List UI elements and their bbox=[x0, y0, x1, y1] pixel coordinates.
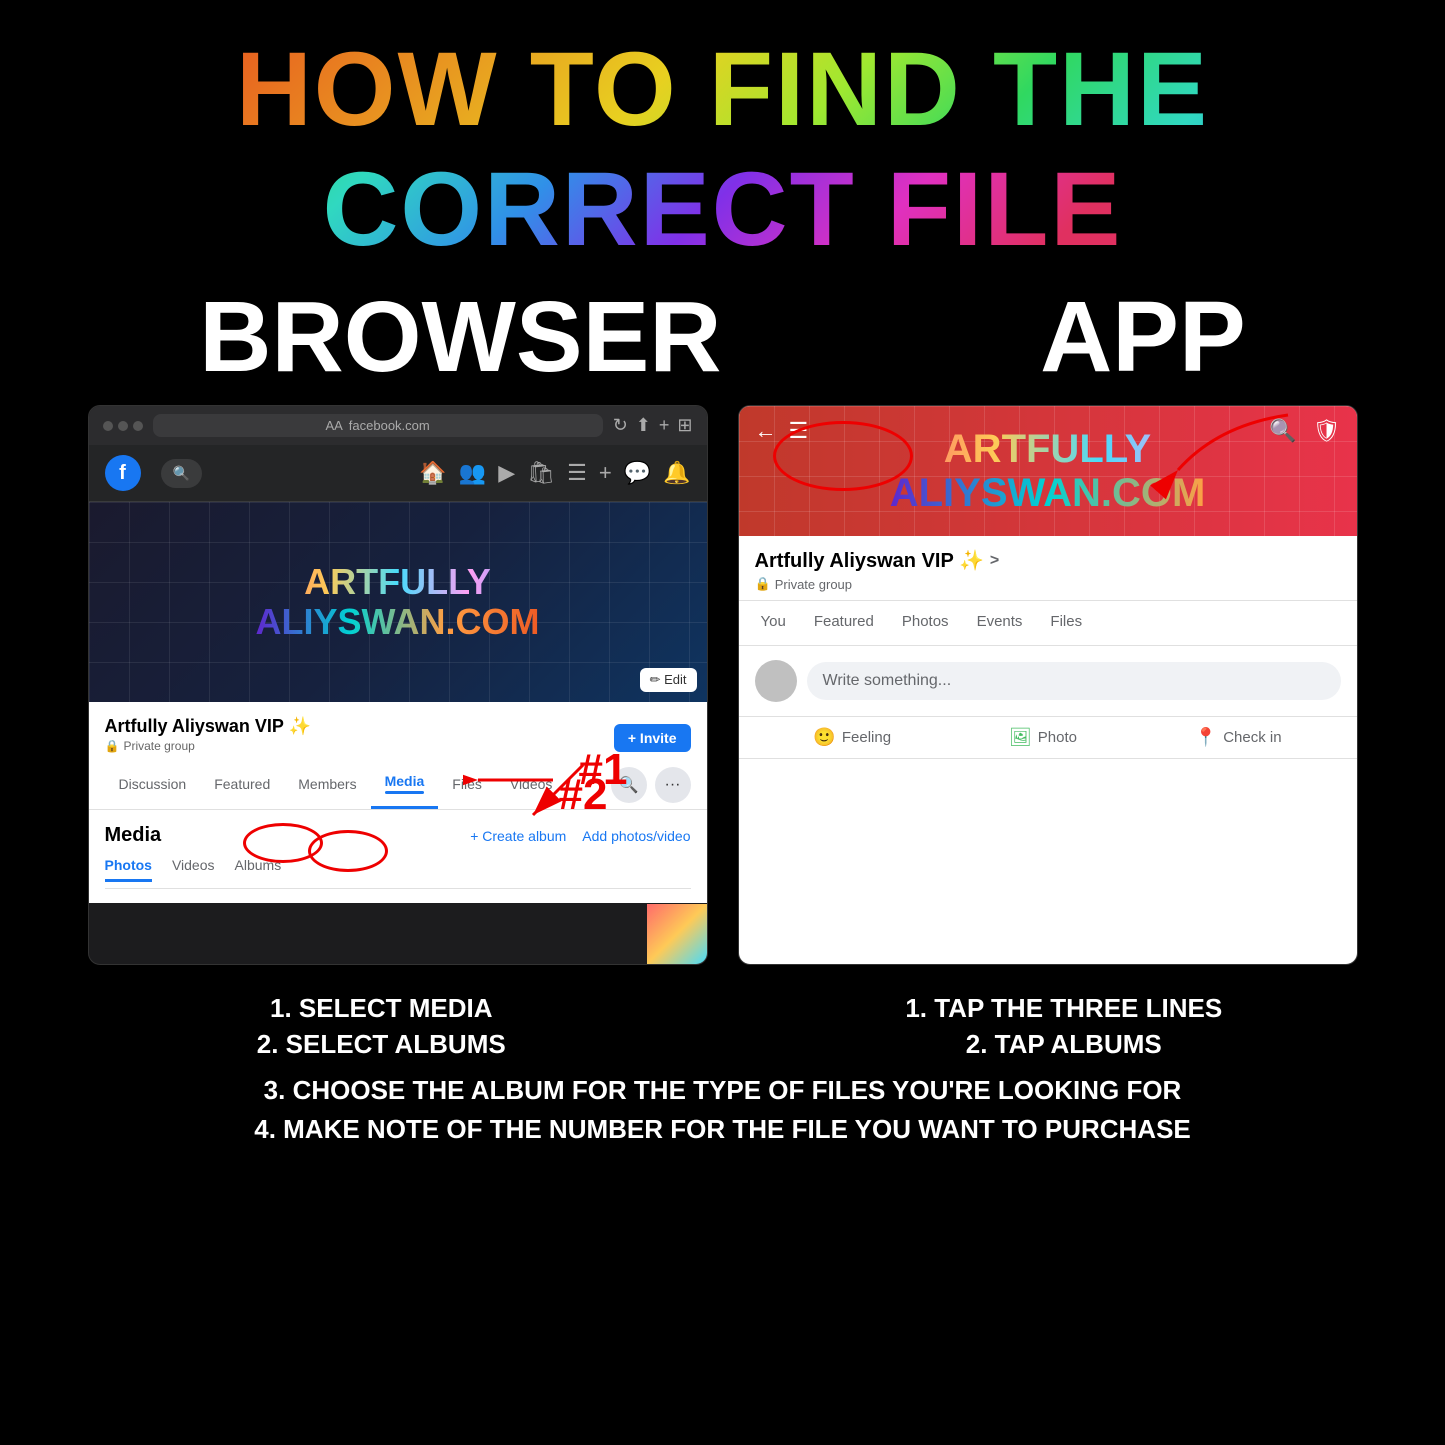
fb-nav: f 🔍 🏠 👥 ▶ 🛍 ☰ + 💬 🔔 bbox=[89, 445, 707, 502]
browser-screenshot-wrap: AA facebook.com ↻ ⬆ + ⊞ f 🔍 🏠 bbox=[88, 405, 708, 965]
browser-dot-2 bbox=[118, 421, 128, 431]
hamburger-circle bbox=[773, 421, 913, 491]
screenshots-row: AA facebook.com ↻ ⬆ + ⊞ f 🔍 🏠 bbox=[40, 405, 1405, 965]
browser-label: BROWSER bbox=[199, 280, 721, 395]
app-action-bar: 🙂 Feeling 🖼 Photo 📍 Check in bbox=[739, 717, 1357, 759]
refresh-icon: ↻ bbox=[613, 415, 628, 436]
browser-dot-1 bbox=[103, 421, 113, 431]
tab-members[interactable]: Members bbox=[284, 764, 370, 807]
arrow-2 bbox=[463, 750, 563, 810]
video-icon: ▶ bbox=[498, 460, 515, 486]
browser-top-bar: AA facebook.com ↻ ⬆ + ⊞ bbox=[89, 406, 707, 445]
app-post-input[interactable]: Write something... bbox=[807, 662, 1341, 700]
bottom-instructions-row: 1. SELECT MEDIA 2. SELECT ALBUMS 1. TAP … bbox=[40, 990, 1405, 1063]
tab-media[interactable]: Media bbox=[371, 761, 439, 809]
app-back-icon[interactable]: ← bbox=[755, 418, 777, 444]
app-tab-events[interactable]: Events bbox=[963, 601, 1037, 645]
app-group-chevron: > bbox=[990, 552, 999, 570]
app-tabs: You Featured Photos Events Files bbox=[739, 601, 1357, 646]
app-shield-icon[interactable]: 🛡 bbox=[1313, 418, 1341, 444]
media-title: Media bbox=[105, 824, 162, 847]
app-instr-2: 2. TAP ALBUMS bbox=[757, 1026, 1371, 1062]
more-tab-btn[interactable]: ··· bbox=[655, 767, 691, 803]
photo-action-icon: 🖼 bbox=[1009, 727, 1032, 748]
checkin-action[interactable]: 📍 Check in bbox=[1195, 727, 1282, 748]
app-arrow bbox=[1118, 405, 1298, 525]
media-section: Media + Create album Add photos/video Ph… bbox=[89, 810, 707, 903]
browser-private-label: 🔒 Private group bbox=[105, 739, 311, 753]
app-tab-you[interactable]: You bbox=[747, 601, 800, 645]
tab-discussion[interactable]: Discussion bbox=[105, 764, 201, 807]
app-screenshot-wrap: ARTFULLY ALIYSWAN.COM ← ☰ 🔍 🛡 bbox=[738, 405, 1358, 965]
menu-icon: ☰ bbox=[567, 460, 587, 486]
bell-icon: 🔔 bbox=[663, 460, 690, 486]
subtab-photos[interactable]: Photos bbox=[105, 857, 152, 882]
full-instructions: 3. CHOOSE THE ALBUM FOR THE TYPE OF FILE… bbox=[40, 1063, 1405, 1149]
store-icon: 🛍 bbox=[527, 460, 555, 486]
app-post-box: Write something... bbox=[739, 646, 1357, 717]
app-instructions: 1. TAP THE THREE LINES 2. TAP ALBUMS bbox=[757, 990, 1371, 1063]
albums-subtab-circle bbox=[243, 823, 323, 863]
app-group-title: Artfully Aliyswan VIP ✨ > bbox=[755, 548, 1341, 573]
fb-cover: ARTFULLY ALIYSWAN.COM ✏ Edit bbox=[89, 502, 707, 702]
aa-label: AA bbox=[325, 418, 342, 433]
app-label: APP bbox=[1040, 280, 1246, 395]
app-private-label: 🔒 Private group bbox=[755, 576, 1341, 592]
browser-icons-right: ↻ ⬆ + ⊞ bbox=[613, 415, 693, 436]
checkin-label: Check in bbox=[1223, 729, 1281, 746]
grid-icon: ⊞ bbox=[677, 415, 692, 436]
fb-search: 🔍 bbox=[161, 459, 202, 488]
cover-brand-text: ARTFULLY ALIYSWAN.COM bbox=[256, 562, 540, 641]
checkin-icon: 📍 bbox=[1195, 727, 1217, 748]
app-lock-icon: 🔒 bbox=[755, 576, 771, 592]
plus-icon: + bbox=[659, 415, 670, 436]
app-group-info: Artfully Aliyswan VIP ✨ > 🔒 Private grou… bbox=[739, 536, 1357, 601]
photo-action[interactable]: 🖼 Photo bbox=[1009, 727, 1077, 748]
home-icon: 🏠 bbox=[419, 460, 446, 486]
main-container: HOW TO FIND THE CORRECT FILE BROWSER APP… bbox=[0, 0, 1445, 1445]
app-tab-photos[interactable]: Photos bbox=[888, 601, 963, 645]
edit-button[interactable]: ✏ Edit bbox=[640, 668, 697, 692]
app-instr-1: 1. TAP THE THREE LINES bbox=[757, 990, 1371, 1026]
app-tab-featured[interactable]: Featured bbox=[800, 601, 888, 645]
browser-instructions: 1. SELECT MEDIA 2. SELECT ALBUMS bbox=[74, 990, 688, 1063]
photo-label: Photo bbox=[1038, 729, 1077, 746]
brand-line1: ARTFULLY bbox=[256, 562, 540, 602]
browser-url-bar: AA facebook.com bbox=[153, 414, 603, 437]
share-icon: ⬆ bbox=[636, 415, 651, 436]
messenger-icon: 💬 bbox=[624, 460, 651, 486]
browser-instr-1: 1. SELECT MEDIA bbox=[74, 990, 688, 1026]
browser-instr-2: 2. SELECT ALBUMS bbox=[74, 1026, 688, 1062]
browser-group-title: Artfully Aliyswan VIP ✨ bbox=[105, 716, 311, 737]
feeling-emoji-icon: 🙂 bbox=[813, 727, 835, 748]
browser-dots bbox=[103, 421, 143, 431]
add-photos-btn[interactable]: Add photos/video bbox=[582, 828, 690, 844]
media-subtabs: Photos Videos Albums bbox=[105, 857, 691, 889]
lock-icon: 🔒 bbox=[105, 739, 120, 753]
shared-instr-3: 3. CHOOSE THE ALBUM FOR THE TYPE OF FILE… bbox=[60, 1071, 1385, 1110]
brand-line2: ALIYSWAN.COM bbox=[256, 602, 540, 642]
main-title: HOW TO FIND THE CORRECT FILE bbox=[236, 31, 1209, 268]
app-tab-files[interactable]: Files bbox=[1036, 601, 1096, 645]
annotation-number-2: #2 bbox=[559, 770, 608, 820]
people-icon: 👥 bbox=[459, 460, 486, 486]
feeling-label: Feeling bbox=[842, 729, 891, 746]
plus-nav-icon: + bbox=[599, 460, 612, 486]
url-text: facebook.com bbox=[349, 418, 430, 433]
thumbnail-image bbox=[647, 904, 707, 964]
feeling-action[interactable]: 🙂 Feeling bbox=[813, 727, 891, 748]
fb-nav-icons: 🏠 👥 ▶ 🛍 ☰ + 💬 🔔 bbox=[419, 460, 690, 486]
browser-dot-3 bbox=[133, 421, 143, 431]
section-labels: BROWSER APP bbox=[40, 280, 1405, 395]
app-user-avatar bbox=[755, 660, 797, 702]
browser-screenshot: AA facebook.com ↻ ⬆ + ⊞ f 🔍 🏠 bbox=[88, 405, 708, 965]
title-row: HOW TO FIND THE CORRECT FILE bbox=[40, 30, 1405, 270]
tab-featured[interactable]: Featured bbox=[200, 764, 284, 807]
media-header: Media + Create album Add photos/video bbox=[105, 824, 691, 847]
fb-logo: f bbox=[105, 455, 141, 491]
subtab-videos[interactable]: Videos bbox=[172, 857, 215, 882]
shared-instr-4: 4. MAKE NOTE OF THE NUMBER FOR THE FILE … bbox=[60, 1110, 1385, 1149]
